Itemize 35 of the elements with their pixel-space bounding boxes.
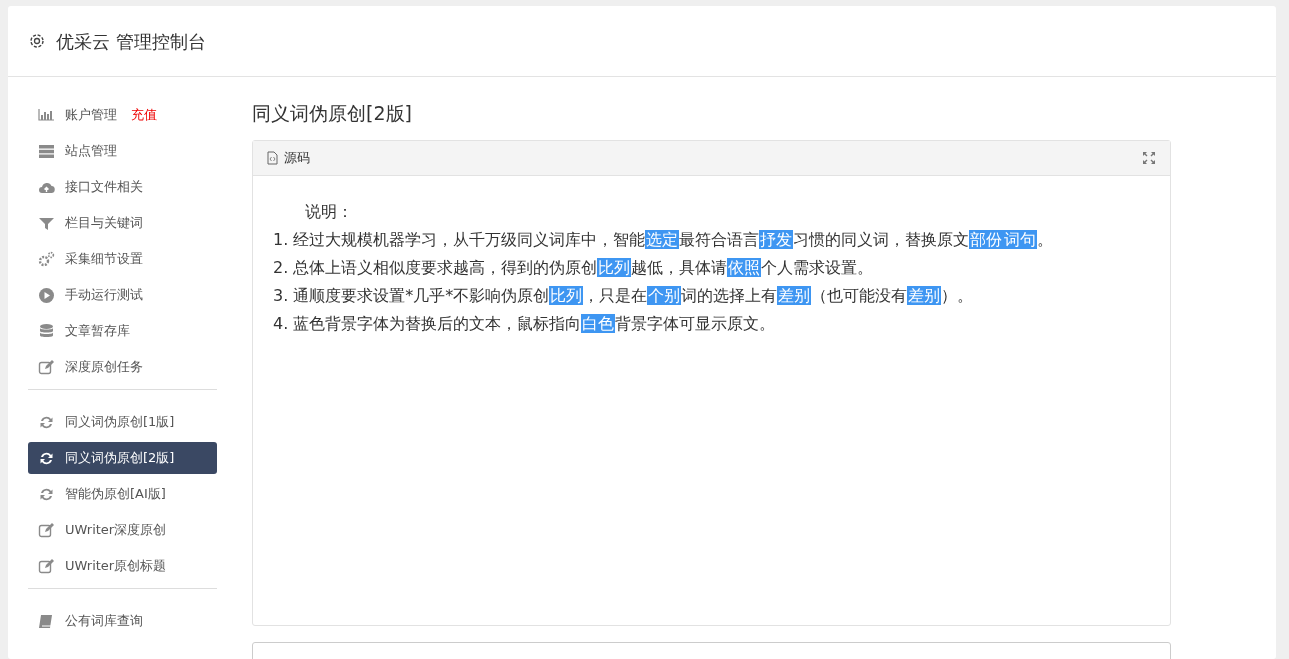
sidebar-item[interactable]: 公有词库查询 [28,605,217,637]
sidebar-item[interactable]: 文章暂存库 [28,315,217,347]
sidebar-item[interactable]: 深度原创任务 [28,351,217,383]
edit-icon [38,358,55,376]
file-code-icon [267,150,278,165]
sidebar-item[interactable]: 接口文件相关 [28,171,217,203]
sidebar-item[interactable]: 栏目与关键词 [28,207,217,239]
description-line: 1. 经过大规模机器学习，从千万级同义词库中，智能选定最符合语言抒发习惯的同义词，替换原文部份词句。 [273,228,1055,251]
console-title: 优采云 管理控制台 [56,29,206,54]
fullscreen-icon[interactable] [1142,150,1156,165]
sidebar-item[interactable]: UWriter深度原创 [28,514,217,546]
description-line: 3. 通顺度要求设置*几乎*不影响伪原创比列，只是在个别词的选择上有差别（也可能没有差别）。 [273,284,975,307]
sidebar-item[interactable]: 同义词伪原创[2版] [28,442,217,474]
bar-chart-icon [38,106,55,124]
book-icon [38,612,55,630]
sidebar-item[interactable]: 采集细节设置 [28,243,217,275]
sidebar-item[interactable]: 手动运行测试 [28,279,217,311]
recharge-link[interactable]: 充值 [131,105,157,125]
description-heading: 说明： [304,200,354,223]
panel-title: 源码 [284,148,310,167]
sidebar-item[interactable]: UWriter原创标题 [28,550,217,582]
description-line: 4. 蓝色背景字体为替换后的文本，鼠标指向 白色背景字体可显示原文。 [273,312,777,335]
play-icon [38,286,55,304]
sidebar-item[interactable]: 智能伪原创[AI版] [28,478,217,510]
edit-icon [38,521,55,539]
page-title: 同义词伪原创[2版] [252,101,413,126]
settings-icon [28,32,46,50]
sidebar-item[interactable]: 站点管理 [28,135,217,167]
server-icon [38,142,55,160]
database-icon [38,322,55,340]
sidebar-item[interactable]: 账户管理 充值 [28,99,217,131]
sidebar-item[interactable]: 同义词伪原创[1版] [28,406,217,438]
edit-icon [38,557,55,575]
gears-icon [38,250,55,268]
description-line: 2. 总体上语义相似度要求越高，得到的伪原创比列越低，具体请依照个人需求设置。 [273,256,875,279]
